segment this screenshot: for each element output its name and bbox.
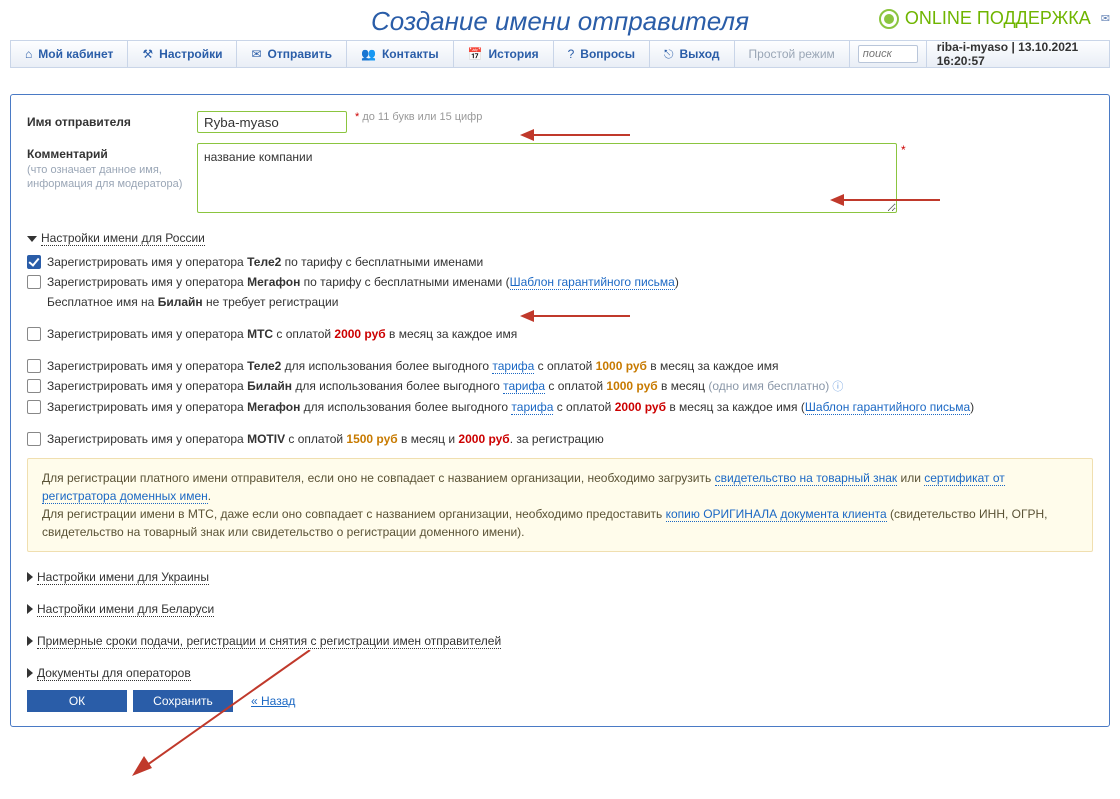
comment-label: Комментарий (что означает данное имя, ин… bbox=[27, 143, 197, 192]
nav-mode[interactable]: Простой режим bbox=[735, 41, 850, 67]
opt-tele2-paid[interactable]: Зарегистрировать имя у оператора Теле2 д… bbox=[27, 357, 1093, 375]
opt-motiv-paid[interactable]: Зарегистрировать имя у оператора MOTIV с… bbox=[27, 430, 1093, 448]
link-tariff-1[interactable]: тарифа bbox=[492, 359, 534, 374]
section-belarus[interactable]: Настройки имени для Беларуси bbox=[27, 602, 1093, 616]
help-icon[interactable]: ⓘ bbox=[832, 381, 843, 393]
opt-mts-paid[interactable]: Зарегистрировать имя у оператора МТС с о… bbox=[27, 325, 1093, 343]
support-button[interactable]: ONLINE ПОДДЕРЖКА ✉ bbox=[879, 8, 1110, 29]
main-nav: ⌂Мой кабинет ⚒Настройки ✉Отправить 👥Конт… bbox=[10, 40, 1110, 68]
checkbox-icon bbox=[27, 359, 41, 373]
nav-settings[interactable]: ⚒Настройки bbox=[128, 41, 237, 67]
nav-send[interactable]: ✉Отправить bbox=[237, 41, 347, 67]
form-panel: Имя отправителя * до 11 букв или 15 цифр… bbox=[10, 94, 1110, 727]
checkbox-icon bbox=[27, 432, 41, 446]
sender-label: Имя отправителя bbox=[27, 111, 197, 129]
save-button[interactable]: Сохранить bbox=[133, 690, 233, 712]
checkbox-icon bbox=[27, 327, 41, 341]
opt-megafon-free[interactable]: Зарегистрировать имя у оператора Мегафон… bbox=[27, 273, 1093, 291]
nav-questions[interactable]: ?Вопросы bbox=[554, 41, 650, 67]
back-link[interactable]: « Назад bbox=[251, 694, 295, 708]
chevron-right-icon bbox=[27, 572, 33, 582]
section-timing[interactable]: Примерные сроки подачи, регистрации и сн… bbox=[27, 634, 1093, 648]
tools-icon: ⚒ bbox=[142, 47, 153, 61]
link-guarantee-2[interactable]: Шаблон гарантийного письма bbox=[805, 400, 970, 415]
chevron-right-icon bbox=[27, 668, 33, 678]
opt-tele2-free[interactable]: Зарегистрировать имя у оператора Теле2 п… bbox=[27, 253, 1093, 271]
headset-icon bbox=[879, 9, 899, 29]
ok-button[interactable]: ОК bbox=[27, 690, 127, 712]
nav-history[interactable]: 📅История bbox=[454, 41, 554, 67]
home-icon: ⌂ bbox=[25, 47, 32, 61]
mail-icon: ✉ bbox=[1101, 12, 1110, 25]
comment-input[interactable] bbox=[197, 143, 897, 213]
section-ukraine[interactable]: Настройки имени для Украины bbox=[27, 570, 1093, 584]
search-input[interactable] bbox=[858, 45, 918, 63]
calendar-icon: 📅 bbox=[468, 47, 483, 61]
link-guarantee-1[interactable]: Шаблон гарантийного письма bbox=[510, 275, 675, 290]
link-trademark[interactable]: свидетельство на товарный знак bbox=[715, 471, 898, 486]
exit-icon: ⎋ bbox=[664, 47, 674, 62]
link-tariff-2[interactable]: тарифа bbox=[503, 379, 545, 394]
people-icon: 👥 bbox=[361, 47, 376, 61]
link-original-doc[interactable]: копию ОРИГИНАЛА документа клиента bbox=[666, 507, 887, 522]
checkbox-icon bbox=[27, 275, 41, 289]
nav-search-wrap bbox=[850, 41, 927, 67]
nav-contacts[interactable]: 👥Контакты bbox=[347, 41, 454, 67]
chevron-right-icon bbox=[27, 636, 33, 646]
required-star: * bbox=[901, 143, 906, 157]
section-docs[interactable]: Документы для операторов bbox=[27, 666, 1093, 680]
beeline-note: Бесплатное имя на Билайн не требует реги… bbox=[27, 293, 1093, 311]
question-icon: ? bbox=[568, 47, 575, 61]
comment-sublabel: (что означает данное имя, информация для… bbox=[27, 163, 197, 192]
envelope-icon: ✉ bbox=[251, 47, 261, 61]
section-russia[interactable]: Настройки имени для России bbox=[27, 231, 1093, 245]
nav-cabinet[interactable]: ⌂Мой кабинет bbox=[11, 41, 128, 67]
chevron-right-icon bbox=[27, 604, 33, 614]
link-tariff-3[interactable]: тарифа bbox=[511, 400, 553, 415]
checkbox-on-icon bbox=[27, 255, 41, 269]
opt-megafon-paid[interactable]: Зарегистрировать имя у оператора Мегафон… bbox=[27, 398, 1093, 416]
opt-beeline-paid[interactable]: Зарегистрировать имя у оператора Билайн … bbox=[27, 377, 1093, 396]
chevron-down-icon bbox=[27, 236, 37, 242]
nav-exit[interactable]: ⎋Выход bbox=[650, 41, 735, 67]
sender-input[interactable] bbox=[197, 111, 347, 133]
user-info: riba-i-myaso | 13.10.2021 16:20:57 bbox=[927, 41, 1109, 67]
sender-hint: * до 11 букв или 15 цифр bbox=[355, 111, 482, 123]
checkbox-icon bbox=[27, 400, 41, 414]
info-note: Для регистрации платного имени отправите… bbox=[27, 458, 1093, 552]
checkbox-icon bbox=[27, 379, 41, 393]
